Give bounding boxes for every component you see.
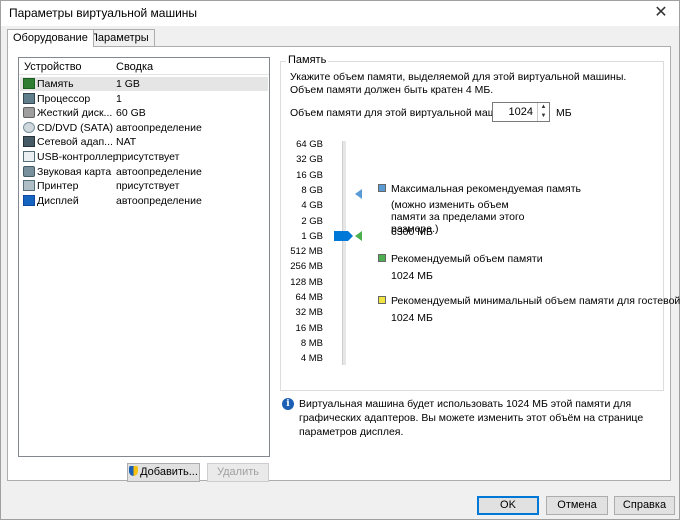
device-summary: автоопределение [116, 165, 202, 178]
memory-scale-tick: 64 MB [295, 292, 323, 303]
memory-scale-tick: 16 GB [296, 169, 323, 181]
graphics-memory-info: Виртуальная машина будет использовать 10… [299, 398, 644, 438]
device-name: Сетевой адап... [37, 136, 113, 149]
close-icon[interactable]: ✕ [651, 3, 671, 23]
memory-scale-tick: 8 GB [301, 184, 323, 196]
device-summary: 60 GB [116, 107, 146, 120]
memory-value[interactable]: 1024 [509, 106, 533, 118]
window-title: Параметры виртуальной машины [9, 6, 198, 20]
memory-scale-tick: 4 MB [300, 353, 323, 365]
tab-hardware[interactable]: Оборудование [7, 29, 94, 47]
memory-unit: МБ [556, 107, 572, 119]
remove-device-button[interactable]: Удалить [207, 463, 269, 482]
network-adapter-icon [23, 136, 35, 148]
device-name: CD/DVD (SATA) [37, 121, 114, 134]
memory-scale-tick: 256 MB [290, 261, 323, 273]
processor-icon [23, 92, 35, 104]
device-summary: 1 [116, 92, 122, 105]
display-icon [23, 194, 35, 206]
device-summary: присутствует [116, 151, 180, 163]
device-row[interactable]: Звуковая карта автоопределение [20, 165, 268, 179]
recommended-memory-title: Рекомендуемый объем памяти [391, 253, 543, 265]
usb-icon [23, 151, 35, 162]
device-name: USB-контроллер [37, 151, 117, 163]
recommended-memory-marker-icon [355, 231, 362, 241]
help-button[interactable]: Справка [614, 496, 675, 515]
memory-scale-tick: 1 GB [301, 230, 323, 242]
device-name: Жесткий диск... [37, 107, 113, 120]
device-row[interactable]: USB-контроллер присутствует [20, 150, 268, 164]
vm-settings-dialog: Параметры виртуальной машины ✕ Оборудова… [0, 0, 680, 520]
memory-scale-tick: 32 GB [296, 154, 323, 166]
min-memory-legend-icon [378, 296, 386, 304]
max-memory-legend-icon [378, 184, 386, 192]
column-summary[interactable]: Сводка [116, 61, 153, 73]
cancel-button[interactable]: Отмена [546, 496, 608, 515]
recommended-memory-value: 1024 МБ [391, 270, 433, 282]
device-row[interactable]: Дисплей автоопределение [20, 194, 268, 208]
device-list[interactable]: Устройство Сводка Память 1 GB Процессор 1 Же… [18, 57, 270, 457]
stepper-down-icon[interactable]: ▼ [538, 112, 549, 121]
device-row[interactable]: Процессор 1 [20, 92, 268, 106]
memory-scale-tick: 4 GB [301, 200, 323, 212]
max-memory-title: Максимальная рекомендуемая память [391, 183, 581, 195]
slider-thumb-tip-icon [348, 231, 353, 241]
memory-icon [23, 78, 35, 89]
ok-button[interactable]: OK [477, 496, 539, 515]
memory-scale-tick: 16 MB [295, 322, 323, 334]
device-row[interactable]: Сетевой адап... NAT [20, 135, 268, 149]
device-summary: автоопределение [116, 194, 202, 207]
device-name: Процессор [37, 92, 91, 105]
device-name: Дисплей [37, 194, 79, 207]
device-summary: 1 GB [116, 78, 140, 90]
memory-group-label: Память [286, 54, 329, 66]
column-device[interactable]: Устройство [24, 61, 82, 73]
device-summary: NAT [116, 136, 137, 149]
memory-description: Укажите объем памяти, выделяемой для это… [290, 71, 627, 96]
info-icon: i [282, 398, 294, 410]
min-memory-title: Рекомендуемый минимальный объем памяти д… [391, 295, 680, 307]
memory-scale-tick: 32 MB [295, 307, 323, 319]
memory-field-label: Объем памяти для этой виртуальной машины… [290, 107, 519, 119]
memory-slider-thumb[interactable] [334, 231, 348, 241]
tab-options[interactable]: Параметры [84, 29, 155, 46]
recommended-memory-legend-icon [378, 254, 386, 262]
memory-scale-tick: 128 MB [290, 276, 323, 288]
title-bar: Параметры виртуальной машины ✕ [1, 1, 679, 26]
sound-card-icon [23, 165, 35, 177]
device-name: Память [37, 78, 74, 90]
device-summary: автоопределение [116, 121, 202, 134]
max-memory-value: 6300 МБ [391, 226, 433, 238]
max-memory-marker-icon [355, 189, 362, 199]
device-row[interactable]: CD/DVD (SATA) автоопределение [20, 121, 268, 135]
printer-icon [23, 180, 35, 192]
shield-icon [129, 466, 139, 476]
device-list-header: Устройство Сводка [19, 58, 269, 75]
memory-scale-tick: 2 GB [301, 215, 323, 227]
device-summary: присутствует [116, 180, 180, 193]
memory-scale-tick: 512 MB [290, 246, 323, 258]
add-device-button[interactable]: Добавить... [127, 463, 200, 482]
add-device-label: Добавить... [140, 466, 198, 478]
memory-scale-tick: 64 GB [296, 139, 323, 150]
device-row[interactable]: Жесткий диск... 60 GB [20, 106, 268, 120]
hard-disk-icon [23, 107, 35, 119]
device-name: Принтер [37, 180, 79, 193]
stepper-buttons: ▲ ▼ [537, 103, 549, 121]
stepper-up-icon[interactable]: ▲ [538, 103, 549, 112]
device-name: Звуковая карта [37, 165, 112, 178]
memory-stepper[interactable]: 1024 ▲ ▼ [492, 102, 550, 122]
cd-dvd-icon [23, 121, 35, 133]
device-row[interactable]: Принтер присутствует [20, 179, 268, 193]
memory-slider-track[interactable] [342, 141, 346, 365]
memory-scale-tick: 8 MB [300, 337, 323, 349]
min-memory-value: 1024 МБ [391, 312, 433, 324]
device-row[interactable]: Память 1 GB [20, 77, 268, 91]
